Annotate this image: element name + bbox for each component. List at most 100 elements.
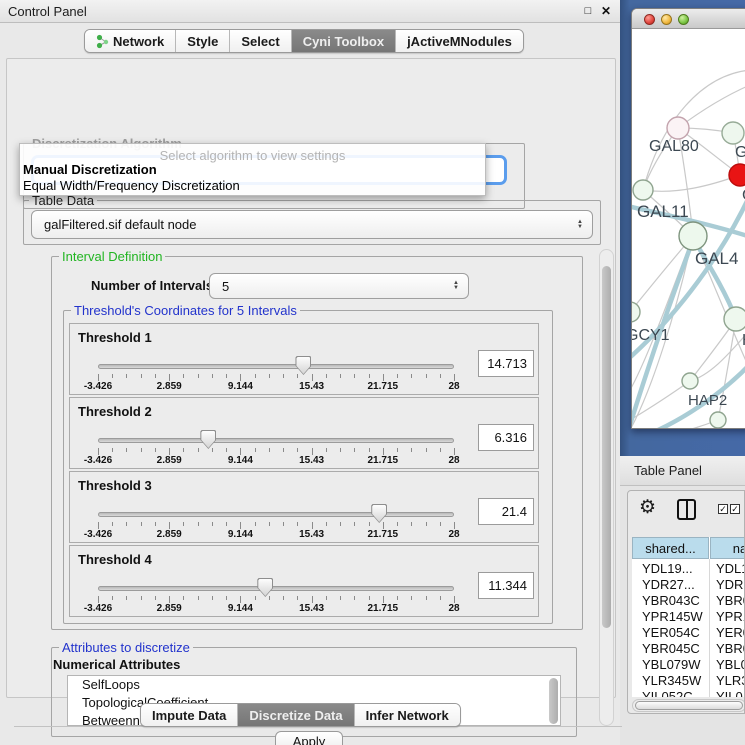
column-header-shared-name[interactable]: shared... <box>632 537 709 559</box>
tab-jactivemnodules[interactable]: jActiveMNodules <box>396 30 523 52</box>
tab-label: jActiveMNodules <box>407 34 512 49</box>
zoom-traffic-light-icon[interactable] <box>678 14 689 25</box>
tab-style[interactable]: Style <box>176 30 230 52</box>
close-traffic-light-icon[interactable] <box>644 14 655 25</box>
tab-impute-data[interactable]: Impute Data <box>141 704 238 726</box>
table-cell[interactable]: YIL0 <box>716 689 745 697</box>
attribute-list-item[interactable]: SelfLoops <box>68 676 560 694</box>
slider-tick <box>141 374 142 378</box>
table-cell[interactable]: YER054C <box>642 625 708 641</box>
tab-network[interactable]: Network <box>85 30 176 52</box>
slider-tick <box>411 374 412 378</box>
table-hscroll-thumb[interactable] <box>635 701 743 710</box>
column-separator <box>709 559 710 697</box>
table-cell[interactable]: YDL19... <box>642 561 708 577</box>
table-cell[interactable]: YBR043C <box>642 593 708 609</box>
table-cell[interactable]: YDR2 <box>716 577 745 593</box>
apply-button[interactable]: Apply <box>275 731 343 745</box>
table-cell[interactable]: YPR145W <box>642 609 708 625</box>
slider-tick <box>397 522 398 526</box>
threshold-slider-thumb[interactable] <box>200 430 216 449</box>
node-bottom[interactable] <box>710 412 726 428</box>
panel-scrollbar-thumb[interactable] <box>602 266 611 628</box>
slider-tick-label: 28 <box>431 603 477 614</box>
float-window-icon[interactable]: □ <box>580 3 596 19</box>
checkbox-icon[interactable]: ✓ <box>730 504 740 514</box>
table-cell[interactable]: YIL052C <box>642 689 708 697</box>
table-cell[interactable]: YBL079W <box>642 657 708 673</box>
slider-tick <box>240 522 241 529</box>
slider-tick-label: 15.43 <box>289 529 335 540</box>
network-edge[interactable] <box>643 175 740 191</box>
slider-tick <box>297 596 298 600</box>
table-cell[interactable]: YDL1 <box>716 561 745 577</box>
slider-tick <box>426 374 427 378</box>
threshold-value-field[interactable]: 21.4 <box>478 498 534 525</box>
threshold-value-field[interactable]: 11.344 <box>478 572 534 599</box>
node-gal4[interactable] <box>679 222 707 250</box>
node-hap2-label: HAP2 <box>688 392 727 409</box>
tab-infer-network[interactable]: Infer Network <box>355 704 460 726</box>
table-cell[interactable]: YDR27... <box>642 577 708 593</box>
table-cell[interactable]: YLR3 <box>716 673 745 689</box>
node-hap2[interactable] <box>682 373 698 389</box>
table-cell[interactable]: YLR345W <box>642 673 708 689</box>
node-gal11[interactable] <box>633 180 653 200</box>
slider-tick <box>155 522 156 526</box>
threshold-slider-track[interactable] <box>98 364 454 369</box>
table-data-combobox[interactable]: galFiltered.sif default node ▲▼ <box>31 210 593 239</box>
gear-icon[interactable]: ⚙ <box>639 496 656 519</box>
threshold-slider-track[interactable] <box>98 438 454 443</box>
list-scrollbar[interactable] <box>549 678 558 724</box>
node-gcy1[interactable] <box>632 302 640 322</box>
tab-cyni-toolbox[interactable]: Cyni Toolbox <box>292 30 396 52</box>
table-horizontal-scrollbar[interactable] <box>632 699 745 712</box>
network-view-window[interactable]: GAL80GACGAL11GAL4GCY1HHAP2 <box>631 8 745 429</box>
threshold-label: Threshold 1 <box>78 330 152 345</box>
table-cell[interactable]: YBL0 <box>716 657 745 673</box>
threshold-slider-thumb[interactable] <box>371 504 387 523</box>
threshold-slider-track[interactable] <box>98 512 454 517</box>
attributes-group-title: Attributes to discretize <box>59 640 193 655</box>
threshold-slider-thumb[interactable] <box>257 578 273 597</box>
slider-tick-label: 21.715 <box>360 455 406 466</box>
panel-scrollbar[interactable] <box>599 249 614 726</box>
checkbox-icon[interactable]: ✓ <box>718 504 728 514</box>
network-canvas[interactable]: GAL80GACGAL11GAL4GCY1HHAP2 <box>632 30 745 429</box>
threshold-value-field[interactable]: 14.713 <box>478 350 534 377</box>
threshold-box-3: Threshold 3-3.4262.8599.14415.4321.71528… <box>69 471 539 543</box>
node-red[interactable] <box>729 164 745 186</box>
node-attribute-table[interactable]: shared...naYDL19... YDL1 YDR27... YDR2 YBR04… <box>632 537 745 697</box>
table-cell[interactable]: YER0 <box>716 625 745 641</box>
slider-tick-label: 21.715 <box>360 529 406 540</box>
slider-tick-label: 2.859 <box>146 603 192 614</box>
algorithm-option[interactable]: Manual Discretization <box>23 162 483 177</box>
threshold-slider-thumb[interactable] <box>295 356 311 375</box>
table-cell[interactable]: YBR0 <box>716 641 745 657</box>
number-of-intervals-label: Number of Intervals <box>91 278 213 293</box>
split-columns-icon[interactable] <box>677 499 696 520</box>
table-cell[interactable]: YPR1 <box>716 609 745 625</box>
threshold-slider-track[interactable] <box>98 586 454 591</box>
number-of-intervals-combobox[interactable]: 5 ▲▼ <box>209 273 469 299</box>
table-cell[interactable]: YBR0 <box>716 593 745 609</box>
node-h[interactable] <box>724 307 745 331</box>
slider-tick <box>112 374 113 378</box>
slider-tick <box>98 448 99 455</box>
slider-tick <box>212 522 213 526</box>
minimize-traffic-light-icon[interactable] <box>661 14 672 25</box>
slider-tick-label: 2.859 <box>146 529 192 540</box>
node-ga[interactable] <box>722 122 744 144</box>
column-header-name[interactable]: na <box>710 537 745 559</box>
combo-spinner-icon: ▲▼ <box>573 220 587 230</box>
close-panel-icon[interactable]: ✕ <box>598 3 614 19</box>
algorithm-option[interactable]: Equal Width/Frequency Discretization <box>23 178 483 193</box>
table-cell[interactable]: YBR045C <box>642 641 708 657</box>
tab-select[interactable]: Select <box>230 30 291 52</box>
node-gal80[interactable] <box>667 117 689 139</box>
threshold-value-field[interactable]: 6.316 <box>478 424 534 451</box>
tab-discretize-data[interactable]: Discretize Data <box>238 704 354 726</box>
slider-tick <box>141 596 142 600</box>
network-edge[interactable] <box>690 330 745 381</box>
slider-tick <box>183 374 184 378</box>
